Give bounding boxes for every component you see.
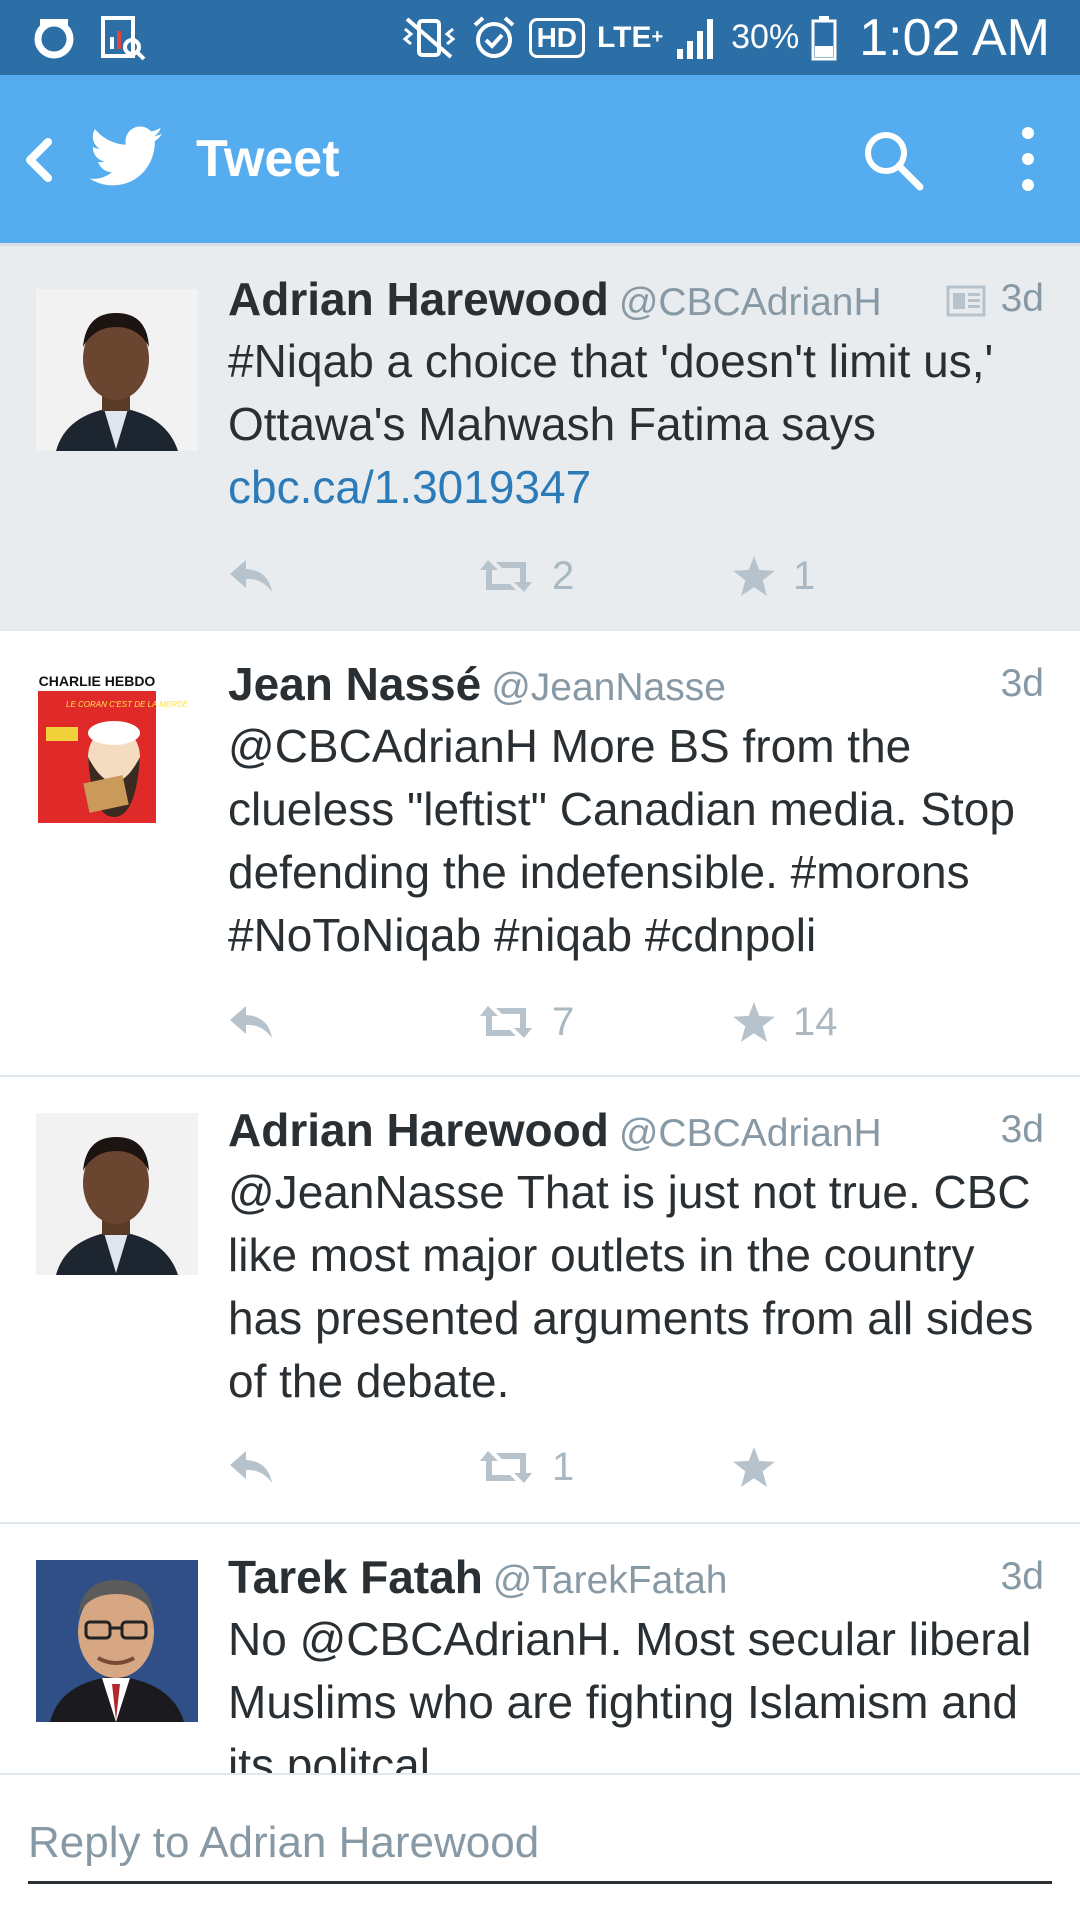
tweet-header: Jean Nassé @JeanNasse 3d (228, 656, 1044, 712)
hd-voice-badge: HD (528, 17, 586, 58)
reply-composer (0, 1773, 1080, 1920)
author-handle[interactable]: @TarekFatah (493, 1559, 728, 1602)
signal-strength-icon (675, 15, 719, 61)
man-portrait-icon (36, 289, 198, 451)
tweet-body: #Niqab a choice that 'doesn't limit us,'… (228, 335, 1007, 450)
vibrate-mute-icon (399, 15, 459, 61)
reply-button[interactable] (228, 551, 274, 601)
magazine-cover-icon: CHARLIE HEBDO LE CORAN C'EST DE LA MERDE (36, 667, 198, 829)
tweet-timestamp: 3d (1000, 277, 1044, 320)
clock: 1:02 AM (859, 8, 1050, 67)
reply-button[interactable] (228, 1442, 274, 1492)
author-name[interactable]: Tarek Fatah (228, 1551, 483, 1603)
favorite-button[interactable] (733, 1442, 793, 1492)
magazine-masthead: CHARLIE HEBDO (39, 673, 156, 689)
search-button[interactable] (860, 127, 926, 193)
favorite-count: 1 (793, 553, 816, 598)
tweet-text: @CBCAdrianH More BS from the clueless "l… (228, 720, 1028, 961)
author-name[interactable]: Adrian Harewood (228, 273, 609, 325)
overflow-menu-button[interactable] (1016, 123, 1040, 195)
reply-input[interactable] (28, 1805, 1052, 1884)
page-title: Tweet (196, 130, 340, 188)
avatar[interactable] (36, 289, 198, 451)
reply-icon (230, 560, 272, 592)
sync-app-icon (32, 15, 78, 61)
battery-icon (811, 15, 837, 61)
network-label: LTE (597, 20, 652, 54)
tweet-link[interactable]: cbc.ca/1.3019347 (228, 461, 591, 513)
retweet-icon (480, 1451, 532, 1483)
battery-percent: 30% (731, 18, 800, 56)
chevron-left-icon (26, 138, 52, 182)
retweet-count: 2 (552, 553, 575, 598)
app-bar: Tweet (0, 75, 1080, 243)
back-button[interactable] (18, 130, 58, 190)
tweet-text: @JeanNasse That is just not true. CBC li… (228, 1166, 1047, 1407)
tweet-actions: 7 14 (228, 997, 1028, 1047)
overflow-menu-icon (1022, 127, 1034, 191)
tweet-item[interactable]: CHARLIE HEBDO LE CORAN C'EST DE LA MERDE… (0, 631, 1080, 1077)
retweet-count: 7 (552, 999, 575, 1044)
author-handle[interactable]: @JeanNasse (491, 666, 726, 709)
tweet-header: Adrian Harewood @CBCAdrianH 3d (228, 271, 1044, 327)
avatar[interactable] (36, 1113, 198, 1275)
tweet-timestamp: 3d (1000, 1555, 1044, 1598)
tweet-timestamp: 3d (1000, 1108, 1044, 1151)
author-name[interactable]: Adrian Harewood (228, 1104, 609, 1156)
favorite-button[interactable]: 14 (733, 997, 838, 1047)
search-icon (865, 132, 924, 191)
retweet-button[interactable]: 2 (478, 551, 574, 601)
retweet-icon (480, 1006, 532, 1038)
man-with-glasses-portrait-icon (36, 1560, 198, 1722)
tweet-header: Adrian Harewood @CBCAdrianH 3d (228, 1102, 1044, 1158)
alarm-icon (471, 15, 517, 61)
star-icon (733, 1002, 775, 1042)
tweet-text: #Niqab a choice that 'doesn't limit us,'… (228, 330, 1058, 519)
avatar[interactable]: CHARLIE HEBDO LE CORAN C'EST DE LA MERDE (36, 667, 198, 829)
tweet-text: No @CBCAdrianH. Most secular liberal Mus… (228, 1613, 1045, 1773)
star-icon (733, 1447, 775, 1487)
retweet-button[interactable]: 7 (478, 997, 574, 1047)
retweet-count: 1 (552, 1444, 575, 1489)
tweet-timestamp: 3d (1000, 662, 1044, 705)
tweet-item[interactable]: Tarek Fatah @TarekFatah 3d No @CBCAdrianH… (0, 1524, 1080, 1773)
network-sup: + (651, 26, 664, 48)
author-handle[interactable]: @CBCAdrianH (619, 281, 882, 324)
favorite-count: 14 (793, 999, 838, 1044)
man-portrait-icon (36, 1113, 198, 1275)
reply-button[interactable] (228, 997, 274, 1047)
status-bar: HD LTE + 30% 1:02 AM (0, 0, 1080, 75)
tweet-item[interactable]: Adrian Harewood @CBCAdrianH 3d @JeanNasse… (0, 1077, 1080, 1524)
twitter-bird-icon[interactable] (89, 125, 164, 189)
network-type: LTE + (597, 21, 663, 55)
reply-icon (230, 1451, 272, 1483)
favorite-button[interactable]: 1 (733, 551, 815, 601)
avatar[interactable] (36, 1560, 198, 1722)
data-usage-icon (100, 15, 146, 61)
author-handle[interactable]: @CBCAdrianH (619, 1112, 882, 1155)
reply-icon (230, 1006, 272, 1038)
tweet-actions: 1 (228, 1442, 1028, 1492)
tweet-item-focused[interactable]: Adrian Harewood @CBCAdrianH 3d #Niqab a c… (0, 243, 1080, 631)
retweet-icon (480, 560, 532, 592)
tweet-actions: 2 1 (228, 551, 1028, 601)
retweet-button[interactable]: 1 (478, 1442, 574, 1492)
tweet-thread: Adrian Harewood @CBCAdrianH 3d #Niqab a c… (0, 243, 1080, 1773)
tweet-header: Tarek Fatah @TarekFatah 3d (228, 1549, 1044, 1605)
summary-card-icon (946, 285, 986, 317)
star-icon (733, 556, 775, 596)
magazine-caption: LE CORAN C'EST DE LA MERDE (66, 700, 189, 709)
author-name[interactable]: Jean Nassé (228, 658, 481, 710)
